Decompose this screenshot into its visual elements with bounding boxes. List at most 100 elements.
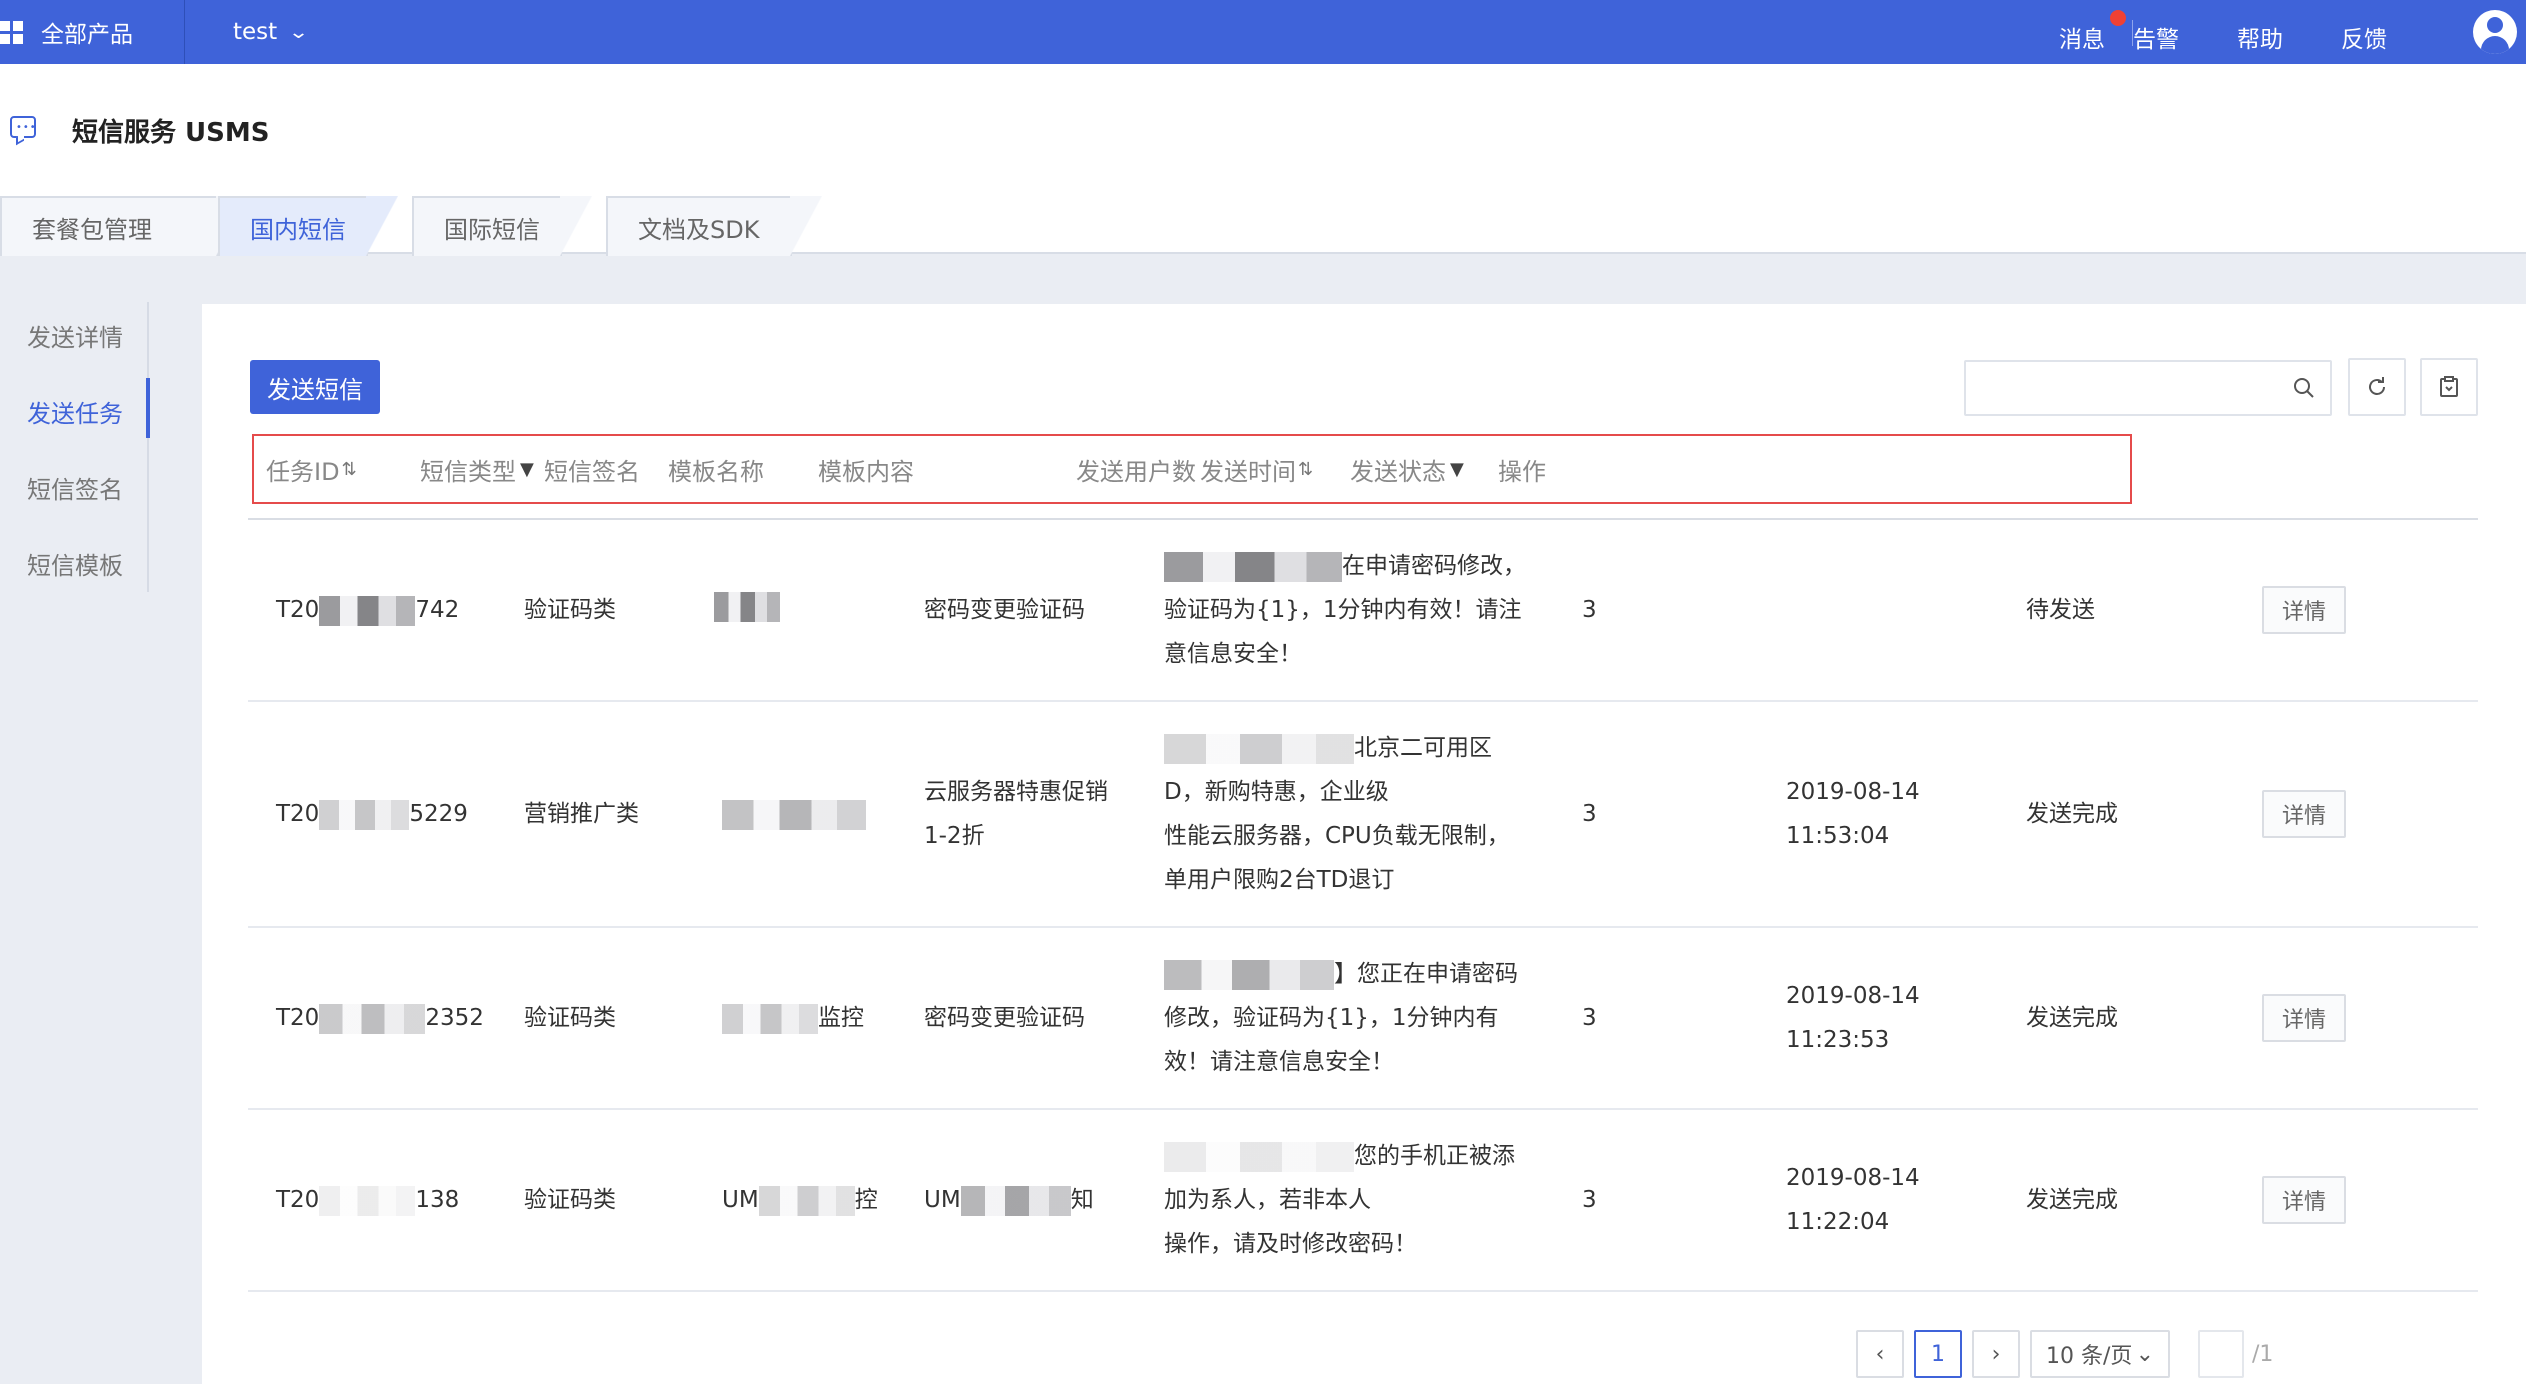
- sort-icon[interactable]: ⇅: [1298, 459, 1313, 480]
- tab-docs-sdk[interactable]: 文档及SDK: [606, 196, 822, 256]
- user-count-cell: 3: [1582, 801, 1597, 827]
- details-button[interactable]: 详情: [2262, 994, 2346, 1042]
- content-line: 效！请注意信息安全！: [1164, 1049, 1394, 1075]
- search-input[interactable]: [1976, 370, 2276, 406]
- project-selector[interactable]: test ⌄: [233, 0, 309, 64]
- signature-cell: UM 控: [722, 1178, 878, 1222]
- signature-suffix: 控: [854, 1187, 878, 1213]
- send-time: 11:22:04: [1786, 1209, 1890, 1235]
- redacted-block: [319, 1185, 416, 1216]
- template-name-cell: 云服务器特惠促销 1-2折: [924, 770, 1134, 858]
- send-time-cell: 2019-08-14 11:53:04: [1786, 770, 1920, 858]
- signature-suffix: 监控: [818, 1005, 864, 1031]
- column-label: 模板名称: [668, 457, 764, 486]
- refresh-button[interactable]: [2348, 358, 2406, 416]
- template-name-suffix: 知: [1070, 1187, 1094, 1213]
- column-label: 发送用户数: [1076, 457, 1196, 486]
- column-label: 发送状态: [1350, 457, 1446, 486]
- template-content-cell: 在申请密码修改， 验证码为{1}，1分钟内有效！请注 意信息安全！: [1164, 544, 1564, 676]
- sms-type-cell: 验证码类: [524, 1187, 616, 1213]
- send-date: 2019-08-14: [1786, 1165, 1920, 1191]
- tab-international-sms[interactable]: 国际短信: [412, 196, 592, 256]
- redacted-block: [1164, 959, 1334, 990]
- tab-domestic-sms[interactable]: 国内短信: [218, 196, 398, 256]
- redacted-block: [1164, 733, 1354, 764]
- sidebar-item-send-tasks[interactable]: 发送任务: [27, 394, 123, 429]
- signature-cell: [722, 792, 866, 836]
- column-label: 发送时间: [1200, 457, 1296, 486]
- status-cell: 发送完成: [2026, 1187, 2118, 1213]
- sidebar-item-sms-template[interactable]: 短信模板: [27, 546, 123, 581]
- export-icon: [2440, 376, 2458, 397]
- page-jump-input[interactable]: [2198, 1330, 2244, 1378]
- task-id-cell: T20 5229: [276, 792, 468, 836]
- template-name-cell: UM 知: [924, 1178, 1094, 1222]
- sms-type-cell: 验证码类: [524, 597, 616, 623]
- column-sms-type[interactable]: 短信类型 ▼: [420, 436, 534, 502]
- user-count-cell: 3: [1582, 1005, 1597, 1031]
- column-label: 短信签名: [544, 457, 640, 486]
- sort-icon[interactable]: ⇅: [342, 459, 357, 480]
- help-link[interactable]: 帮助: [2237, 20, 2283, 54]
- table-row: T20 5229 营销推广类 云服务器特惠促销 1-2折 北京二可用区 D，新购特…: [248, 702, 2478, 928]
- send-sms-button[interactable]: 发送短信: [250, 360, 380, 414]
- grid-menu-icon: [0, 20, 23, 44]
- total-pages: /1: [2252, 1342, 2274, 1367]
- redacted-block: [758, 1185, 855, 1216]
- template-content-cell: 】您正在申请密码 修改，验证码为{1}，1分钟内有 效！请注意信息安全！: [1164, 952, 1564, 1084]
- chevron-down-icon: ⌄: [2135, 1341, 2154, 1367]
- filter-icon[interactable]: ▼: [520, 459, 534, 480]
- signature-cell: 监控: [722, 996, 864, 1040]
- page-number-button[interactable]: 1: [1914, 1330, 1962, 1378]
- task-id-cell: T20 138: [276, 1178, 459, 1222]
- column-send-time[interactable]: 发送时间 ⇅: [1200, 436, 1313, 502]
- next-page-button[interactable]: ›: [1972, 1330, 2020, 1378]
- search-icon[interactable]: [2292, 376, 2316, 400]
- send-time: 11:23:53: [1786, 1027, 1890, 1053]
- previous-page-button[interactable]: ‹: [1856, 1330, 1904, 1378]
- redacted-block: [1164, 1141, 1354, 1172]
- feedback-link[interactable]: 反馈: [2341, 20, 2387, 54]
- details-button[interactable]: 详情: [2262, 790, 2346, 838]
- page-title: 短信服务 USMS: [72, 118, 270, 148]
- template-content-cell: 您的手机正被添 加为系人，若非本人 操作，请及时修改密码！: [1164, 1134, 1564, 1266]
- details-button[interactable]: 详情: [2262, 586, 2346, 634]
- content-line: 操作，请及时修改密码！: [1164, 1231, 1417, 1257]
- tab-package-management[interactable]: 套餐包管理: [0, 196, 248, 256]
- template-name-cell: 密码变更验证码: [924, 1005, 1085, 1031]
- task-id-suffix: 742: [415, 597, 460, 623]
- send-date: 2019-08-14: [1786, 779, 1920, 805]
- column-task-id[interactable]: 任务ID ⇅: [266, 436, 357, 502]
- task-id-cell: T20 2352: [276, 996, 484, 1040]
- service-header: ••• 短信服务 USMS 套餐包管理 国内短信 国际短信 文档及SDK: [0, 64, 2526, 256]
- send-date: 2019-08-14: [1786, 983, 1920, 1009]
- page-size-select[interactable]: 10 条/页 ⌄: [2030, 1330, 2170, 1378]
- send-time: 11:53:04: [1786, 823, 1890, 849]
- column-template-content: 模板内容: [818, 436, 914, 502]
- details-button[interactable]: 详情: [2262, 1176, 2346, 1224]
- all-products-menu[interactable]: 全部产品: [0, 0, 185, 64]
- template-name-cell: 密码变更验证码: [924, 597, 1085, 623]
- task-id-suffix: 138: [415, 1187, 460, 1213]
- chevron-right-icon: ›: [1991, 1341, 2001, 1367]
- content-line: 单用户限购2台TD退订: [1164, 867, 1395, 893]
- column-label: 短信类型: [420, 457, 516, 486]
- project-name: test: [233, 19, 278, 45]
- redacted-block: [319, 595, 416, 626]
- filter-icon[interactable]: ▼: [1450, 459, 1464, 480]
- content-line: 意信息安全！: [1164, 641, 1302, 667]
- sidebar-item-send-details[interactable]: 发送详情: [27, 318, 123, 353]
- column-sms-signature: 短信签名: [544, 436, 640, 502]
- unread-dot-icon: [2110, 10, 2126, 26]
- user-avatar-icon[interactable]: [2473, 10, 2517, 54]
- content-line: 加为系人，若非本人: [1164, 1187, 1371, 1213]
- messages-link[interactable]: 消息: [2059, 20, 2105, 54]
- task-id-suffix: 2352: [425, 1005, 484, 1031]
- export-button[interactable]: [2420, 358, 2478, 416]
- search-box: [1964, 360, 2332, 416]
- column-template-name: 模板名称: [668, 436, 764, 502]
- alarms-link[interactable]: 告警: [2133, 20, 2179, 54]
- template-name-line: 1-2折: [924, 823, 985, 849]
- sidebar-item-sms-signature[interactable]: 短信签名: [27, 470, 123, 505]
- column-send-status[interactable]: 发送状态 ▼: [1350, 436, 1464, 502]
